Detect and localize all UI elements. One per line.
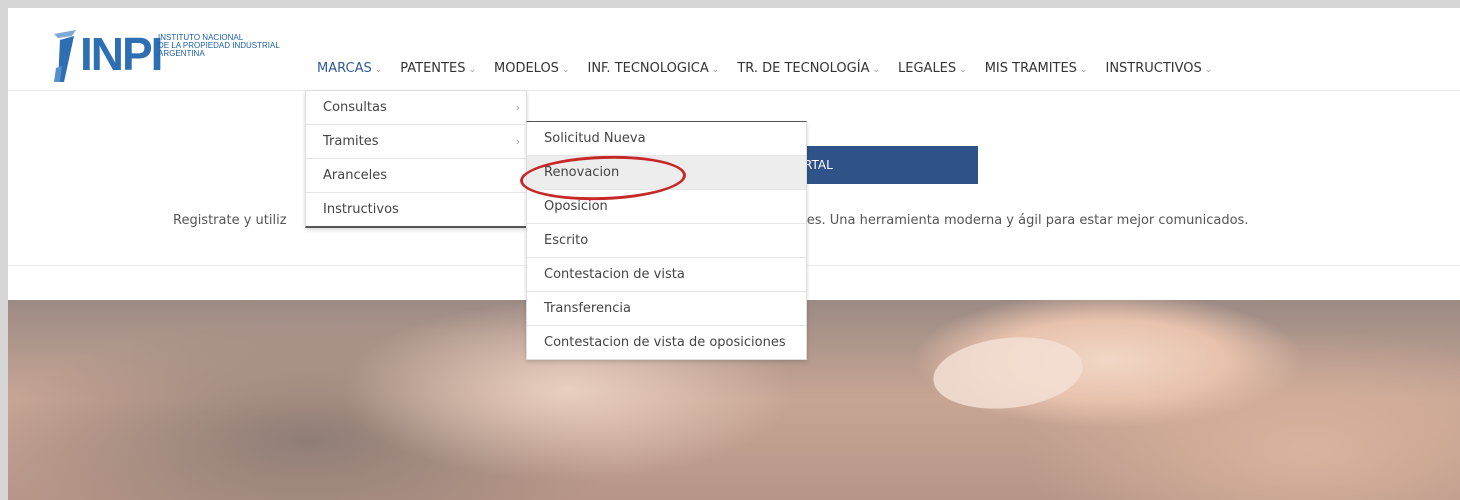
chevron-down-icon: ⌄ (959, 65, 967, 75)
main-nav: MARCAS ⌄ PATENTES ⌄ MODELOS ⌄ INF. TECNOLOG… (308, 60, 1221, 84)
chevron-right-icon: › (515, 101, 520, 114)
hero-photo-detail (929, 330, 1087, 416)
logo-mark-icon (54, 30, 76, 82)
site-header: INPI INSTITUTO NACIONAL DE LA PROPIEDAD … (8, 8, 1460, 91)
nav-label: MODELOS (494, 61, 559, 76)
menu-item-label: Consultas (323, 100, 387, 115)
menu-item-aranceles[interactable]: Aranceles (306, 159, 526, 193)
menu-item-label: Instructivos (323, 202, 399, 217)
menu-item-label: Aranceles (323, 168, 387, 183)
chevron-down-icon: ⌄ (872, 65, 881, 75)
submenu-item-renovacion[interactable]: Renovacion (527, 156, 806, 190)
nav-item-instructivos[interactable]: INSTRUCTIVOS ⌄ (1096, 60, 1221, 84)
logo-subtitle-line-3: ARGENTINA (158, 49, 205, 58)
nav-label: INF. TECNOLOGICA (587, 61, 709, 76)
promo-text-left: Registrate y utiliz (173, 213, 287, 228)
menu-item-label: Tramites (323, 134, 379, 149)
nav-item-patentes[interactable]: PATENTES ⌄ (391, 60, 485, 84)
nav-label: MIS TRAMITES (984, 61, 1077, 76)
nav-label: LEGALES (898, 61, 957, 76)
nav-label: MARCAS (317, 61, 372, 76)
chevron-down-icon: ⌄ (374, 65, 383, 75)
marcas-dropdown: Consultas › Tramites › Aranceles Instructi… (305, 90, 527, 228)
logo-subtitle: INSTITUTO NACIONAL DE LA PROPIEDAD INDUS… (158, 34, 280, 58)
logo-wordmark: INPI (80, 28, 163, 80)
tramites-submenu: Solicitud Nueva Renovacion Oposicion Esc… (526, 121, 807, 360)
chevron-down-icon: ⌄ (711, 65, 720, 75)
chevron-right-icon: › (515, 135, 520, 148)
submenu-item-contestacion-de-vista-de-oposiciones[interactable]: Contestacion de vista de oposiciones (527, 326, 806, 359)
chevron-down-icon: ⌄ (1204, 65, 1213, 75)
inpi-logo[interactable]: INPI INSTITUTO NACIONAL DE LA PROPIEDAD … (52, 26, 322, 88)
submenu-item-solicitud-nueva[interactable]: Solicitud Nueva (527, 122, 806, 156)
nav-label: TR. DE TECNOLOGÍA (737, 61, 870, 76)
page-frame: INPI INSTITUTO NACIONAL DE LA PROPIEDAD … (8, 8, 1460, 500)
nav-item-tr-de-tecnologia[interactable]: TR. DE TECNOLOGÍA ⌄ (728, 60, 889, 84)
nav-item-marcas[interactable]: MARCAS ⌄ (308, 60, 391, 84)
nav-label: PATENTES (400, 61, 466, 76)
submenu-item-escrito[interactable]: Escrito (527, 224, 806, 258)
submenu-item-transferencia[interactable]: Transferencia (527, 292, 806, 326)
chevron-down-icon: ⌄ (561, 65, 570, 75)
nav-item-legales[interactable]: LEGALES ⌄ (889, 60, 976, 84)
submenu-item-contestacion-de-vista[interactable]: Contestacion de vista (527, 258, 806, 292)
chevron-down-icon: ⌄ (1079, 65, 1088, 75)
nav-label: INSTRUCTIVOS (1105, 61, 1202, 76)
menu-item-tramites[interactable]: Tramites › (306, 125, 526, 159)
promo-text-right: ites. Una herramienta moderna y ágil par… (798, 213, 1249, 228)
nav-item-mis-tramites[interactable]: MIS TRAMITES ⌄ (976, 60, 1097, 84)
menu-item-consultas[interactable]: Consultas › (306, 91, 526, 125)
submenu-item-oposicion[interactable]: Oposicion (527, 190, 806, 224)
nav-item-modelos[interactable]: MODELOS ⌄ (485, 60, 578, 84)
chevron-down-icon: ⌄ (468, 65, 476, 75)
nav-item-inf-tecnologica[interactable]: INF. TECNOLOGICA ⌄ (578, 60, 728, 84)
menu-item-instructivos[interactable]: Instructivos (306, 193, 526, 226)
